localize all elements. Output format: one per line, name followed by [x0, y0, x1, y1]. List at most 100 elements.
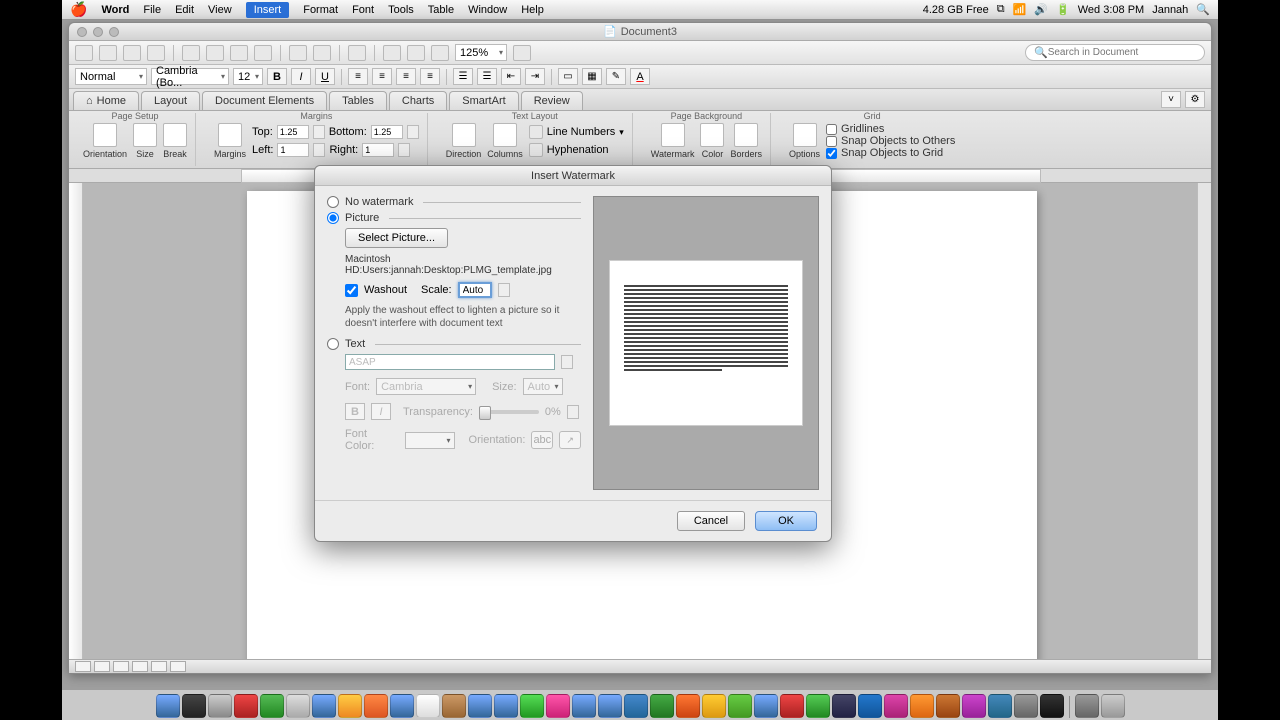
dock-evernote[interactable] — [728, 694, 752, 718]
no-watermark-radio[interactable] — [327, 196, 339, 208]
menu-help[interactable]: Help — [521, 4, 544, 16]
gridlines-checkbox[interactable] — [826, 124, 837, 135]
view-outline-button[interactable] — [94, 661, 110, 672]
direction-button[interactable]: Direction — [446, 123, 482, 159]
font-select[interactable]: Cambria (Bo... — [151, 68, 229, 85]
dock-firefox[interactable] — [364, 694, 388, 718]
margin-right-stepper[interactable] — [398, 143, 410, 157]
dock-filezilla[interactable] — [234, 694, 258, 718]
dock-bridge[interactable] — [936, 694, 960, 718]
orientation-button[interactable]: Orientation — [83, 123, 127, 159]
tab-home[interactable]: ⌂Home — [73, 91, 139, 110]
justify-button[interactable]: ≡ — [420, 68, 440, 85]
watermark-text-input[interactable] — [345, 354, 555, 370]
dock-finder[interactable] — [156, 694, 180, 718]
margin-right-input[interactable] — [362, 143, 394, 157]
tab-document-elements[interactable]: Document Elements — [202, 91, 327, 110]
view-notebook-button[interactable] — [151, 661, 167, 672]
zoom-button[interactable] — [109, 27, 119, 37]
spotlight-icon[interactable]: 🔍 — [1196, 3, 1210, 16]
help-icon[interactable] — [513, 45, 531, 61]
copy-icon[interactable] — [206, 45, 224, 61]
dock-contacts[interactable] — [442, 694, 466, 718]
vertical-scrollbar[interactable] — [1197, 183, 1211, 659]
watermark-button[interactable]: Watermark — [651, 123, 695, 159]
save-icon[interactable] — [123, 45, 141, 61]
menu-table[interactable]: Table — [428, 4, 454, 16]
user-menu[interactable]: Jannah — [1152, 4, 1188, 16]
hyphenation-button[interactable]: Hyphenation — [547, 144, 609, 156]
dock-outlook[interactable] — [702, 694, 726, 718]
clock[interactable]: Wed 3:08 PM — [1078, 4, 1144, 16]
dock-itunes[interactable] — [468, 694, 492, 718]
dock-chrome[interactable] — [338, 694, 362, 718]
dock-safari[interactable] — [312, 694, 336, 718]
font-size-select[interactable]: 12 — [233, 68, 263, 85]
dock-iphoto[interactable] — [572, 694, 596, 718]
dock-app-1[interactable] — [260, 694, 284, 718]
select-picture-button[interactable]: Select Picture... — [345, 228, 448, 248]
dock-downloads[interactable] — [1075, 694, 1099, 718]
indent-button[interactable]: ⇥ — [525, 68, 545, 85]
bluetooth-icon[interactable]: ⧉ — [997, 3, 1005, 16]
watermark-color-select[interactable] — [405, 432, 455, 449]
redo-icon[interactable] — [313, 45, 331, 61]
picture-radio[interactable] — [327, 212, 339, 224]
transparency-stepper[interactable] — [567, 405, 579, 419]
view-print-button[interactable] — [132, 661, 148, 672]
align-center-button[interactable]: ≡ — [372, 68, 392, 85]
undo-icon[interactable] — [289, 45, 307, 61]
bulleted-list-button[interactable]: ☰ — [477, 68, 497, 85]
margin-left-stepper[interactable] — [313, 143, 325, 157]
margin-top-input[interactable] — [277, 125, 309, 139]
collapse-ribbon-icon[interactable]: ˅ — [1161, 91, 1181, 108]
style-select[interactable]: Normal — [75, 68, 147, 85]
tab-layout[interactable]: Layout — [141, 91, 200, 110]
minimize-button[interactable] — [93, 27, 103, 37]
sidebar-icon[interactable] — [383, 45, 401, 61]
dock-appstore[interactable] — [494, 694, 518, 718]
dock-lightroom[interactable] — [832, 694, 856, 718]
dock-illustrator[interactable] — [910, 694, 934, 718]
tab-review[interactable]: Review — [521, 91, 583, 110]
dock-photoshop[interactable] — [858, 694, 882, 718]
view-publishing-button[interactable] — [113, 661, 129, 672]
transparency-slider[interactable] — [479, 410, 539, 414]
menu-font[interactable]: Font — [352, 4, 374, 16]
cancel-button[interactable]: Cancel — [677, 511, 745, 531]
underline-button[interactable]: U — [315, 68, 335, 85]
tab-tables[interactable]: Tables — [329, 91, 387, 110]
tab-charts[interactable]: Charts — [389, 91, 447, 110]
dock-app-2[interactable] — [286, 694, 310, 718]
borders-button[interactable]: ▦ — [582, 68, 602, 85]
format-painter-icon[interactable] — [254, 45, 272, 61]
grid-options-button[interactable]: Options — [789, 123, 820, 159]
ok-button[interactable]: OK — [755, 511, 817, 531]
dock-app-3[interactable] — [962, 694, 986, 718]
font-color-button[interactable]: A — [630, 68, 650, 85]
menu-insert[interactable]: Insert — [246, 2, 290, 18]
dock-dreamweaver[interactable] — [806, 694, 830, 718]
dock-mail[interactable] — [390, 694, 414, 718]
snap-grid-checkbox[interactable] — [826, 148, 837, 159]
settings-icon[interactable]: ⚙ — [1185, 91, 1205, 108]
highlight-button[interactable]: ✎ — [606, 68, 626, 85]
open-icon[interactable] — [99, 45, 117, 61]
dock-dropbox[interactable] — [754, 694, 778, 718]
show-marks-icon[interactable] — [348, 45, 366, 61]
scale-stepper[interactable] — [498, 283, 510, 297]
vertical-ruler[interactable] — [69, 183, 83, 659]
dock-terminal[interactable] — [1040, 694, 1064, 718]
scale-input[interactable] — [458, 282, 492, 298]
margins-button[interactable]: Margins — [214, 123, 246, 159]
search-box[interactable]: 🔍 — [1025, 44, 1205, 61]
dock-ical[interactable] — [416, 694, 440, 718]
close-button[interactable] — [77, 27, 87, 37]
page-color-button[interactable]: Color — [700, 123, 724, 159]
shading-button[interactable]: ▭ — [558, 68, 578, 85]
apple-menu[interactable]: 🍎 — [70, 1, 87, 18]
dock-indesign[interactable] — [884, 694, 908, 718]
watermark-italic-button[interactable]: I — [371, 403, 391, 420]
menu-view[interactable]: View — [208, 4, 232, 16]
dock-dashboard[interactable] — [182, 694, 206, 718]
